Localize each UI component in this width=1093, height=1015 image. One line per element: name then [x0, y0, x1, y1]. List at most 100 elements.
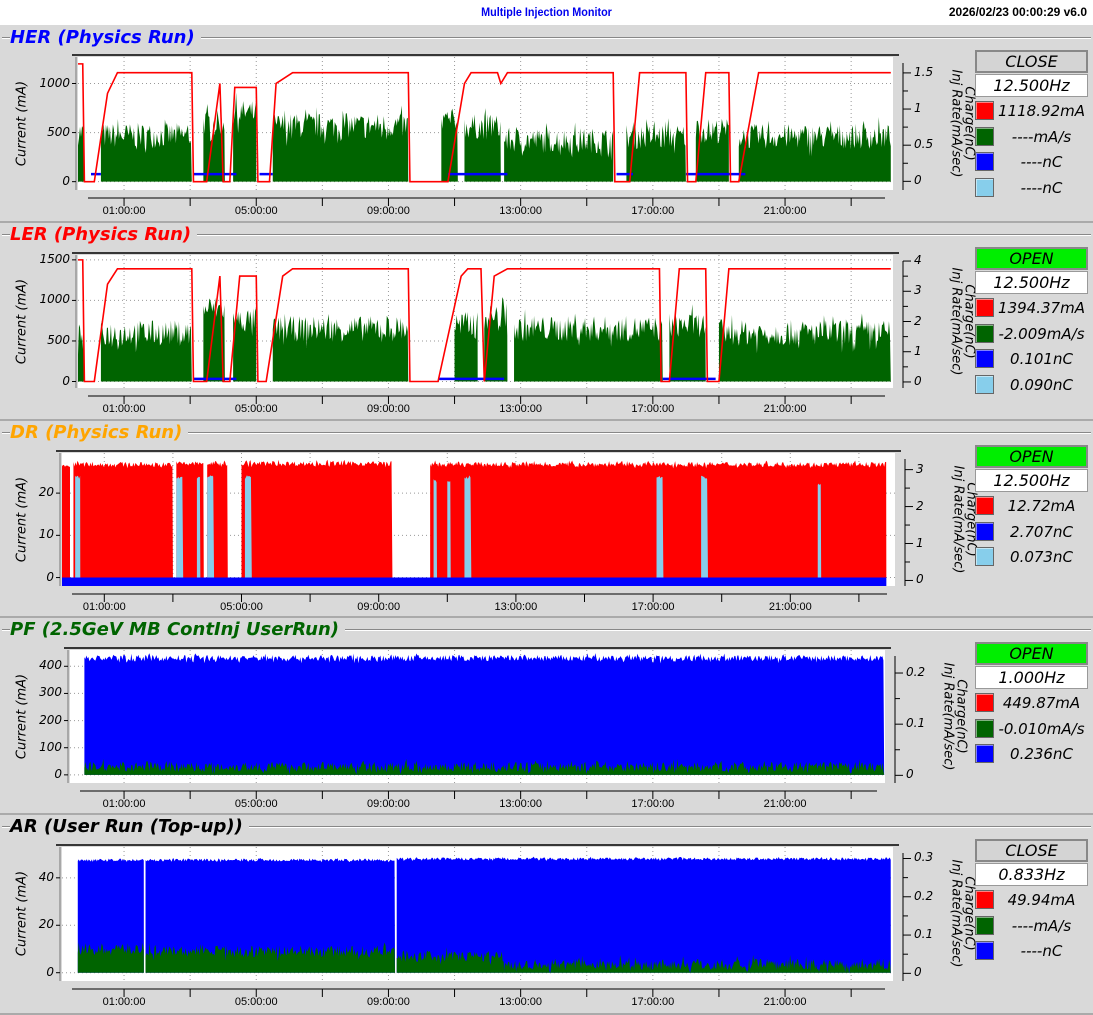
plot-pf: [64, 647, 903, 799]
left-tick-label: 20: [38, 485, 54, 500]
time-tick-label: 17:00:00: [631, 798, 675, 810]
time-tick-label: 01:00:00: [102, 798, 146, 810]
y-axis-label: Current (mA): [14, 673, 30, 759]
right-tick-label: 0: [914, 173, 922, 188]
left-tick-label: 100: [39, 739, 62, 754]
legend-value: 12.72mA: [1007, 497, 1076, 515]
time-tick-label: 09:00:00: [367, 996, 410, 1008]
time-tick-label: 09:00:00: [357, 601, 401, 613]
right-tick-label: 0.5: [914, 137, 934, 152]
legend-swatch: [975, 744, 994, 763]
right-tick-label: 1: [916, 535, 924, 550]
gate-status-button[interactable]: OPEN: [975, 642, 1088, 665]
left-tick-label: 0: [54, 766, 62, 781]
plot-dr: [56, 450, 913, 602]
right-tick-label: 0.1: [906, 716, 926, 731]
panel-title: LER (Physics Run): [10, 224, 198, 245]
legend-value: -2.009mA/s: [998, 324, 1085, 343]
left-tick-label: 500: [47, 332, 70, 347]
time-tick-label: 09:00:00: [367, 403, 410, 415]
panel-pf: PF (2.5GeV MB ContInj UserRun) 0 100 200 300…: [0, 618, 1093, 815]
panel-ar: AR (User Run (Top-up)) 0 20 40 0 0.1 0.2 0.3 Cur…: [0, 815, 1093, 1015]
time-tick-label: 01:00:00: [102, 996, 146, 1008]
right-tick-label: 1: [914, 343, 922, 358]
plot-ler: [72, 252, 911, 404]
legend-swatch: [975, 890, 994, 909]
panel-title: DR (Physics Run): [10, 422, 189, 443]
left-tick-label: 0: [46, 569, 54, 584]
time-tick-label: 01:00:00: [82, 601, 126, 613]
right-tick-label: 3: [916, 461, 924, 476]
right-tick-label: 0: [914, 965, 922, 980]
legend-value: ----nC: [1020, 942, 1063, 960]
left-tick-label: 400: [39, 658, 62, 673]
y2-axis-label: Inj Rate(mA/sec): [950, 465, 966, 573]
time-tick-label: 01:00:00: [102, 403, 146, 415]
time-tick-label: 17:00:00: [631, 403, 675, 415]
right-tick-label: 0.2: [906, 665, 926, 680]
time-tick-label: 05:00:00: [234, 996, 278, 1008]
left-tick-label: 40: [38, 869, 54, 884]
legend-swatch: [975, 941, 994, 960]
time-tick-label: 05:00:00: [234, 205, 278, 217]
legend-value: 0.073nC: [1010, 548, 1073, 566]
title-bar: Multiple Injection Monitor 2026/02/23 00…: [0, 0, 1093, 25]
left-tick-label: 300: [39, 685, 62, 700]
y-axis-label: Current (mA): [14, 278, 30, 364]
right-tick-label: 2: [914, 313, 922, 328]
panel-her: HER (Physics Run) 0 500 1000 0 0.5 1 1.5 Current…: [0, 26, 1093, 223]
left-tick-label: 1000: [39, 75, 70, 90]
panel-dr: DR (Physics Run) 0 10 20 0 1 2 3 Current (mA) Cha…: [0, 421, 1093, 618]
legend-swatch: [975, 496, 994, 515]
gate-status-button[interactable]: OPEN: [975, 445, 1088, 468]
left-tick-label: 1500: [39, 251, 70, 266]
time-tick-label: 21:00:00: [768, 601, 812, 613]
legend-value: 1394.37mA: [998, 299, 1085, 317]
legend-value: ----mA/s: [1011, 127, 1072, 146]
legend-swatch: [975, 693, 994, 712]
legend-value: 449.87mA: [1002, 694, 1081, 712]
injection-frequency: 0.833Hz: [975, 863, 1088, 886]
legend-swatch: [975, 915, 994, 935]
series-current: [62, 459, 887, 578]
time-tick-label: 13:00:00: [499, 205, 543, 217]
legend-swatch: [975, 298, 994, 317]
timestamp: 2026/02/23 00:00:29 v6.0: [948, 5, 1087, 19]
gate-status-button[interactable]: CLOSE: [975, 50, 1088, 73]
left-tick-label: 500: [47, 124, 70, 139]
legend-swatch: [975, 718, 994, 738]
time-tick-label: 05:00:00: [234, 798, 278, 810]
left-tick-label: 0: [62, 373, 70, 388]
left-tick-label: 0: [62, 173, 70, 188]
right-tick-label: 0.1: [914, 927, 934, 942]
injection-frequency: 1.000Hz: [975, 666, 1088, 689]
right-tick-label: 3: [914, 283, 922, 298]
gate-status-button[interactable]: CLOSE: [975, 839, 1088, 862]
legend-value: 1118.92mA: [998, 102, 1085, 120]
legend-value: 2.707nC: [1010, 522, 1073, 541]
right-tick-label: 0.2: [914, 888, 934, 903]
time-tick-label: 05:00:00: [220, 601, 263, 613]
injection-frequency: 12.500Hz: [975, 469, 1088, 492]
legend-swatch: [975, 547, 994, 566]
right-tick-label: 0.3: [914, 850, 934, 865]
y-axis-label: Current (mA): [14, 870, 30, 957]
time-tick-label: 21:00:00: [763, 205, 807, 217]
panel-ler: LER (Physics Run) 0 500 1000 1500 0 1 2 3 4 Curren…: [0, 223, 1093, 421]
y2-axis-label: Inj Rate(mA/sec): [940, 662, 956, 770]
right-tick-label: 1: [914, 101, 922, 116]
right-tick-label: 1.5: [914, 64, 934, 79]
legend-swatch: [975, 349, 994, 368]
injection-frequency: 12.500Hz: [975, 271, 1088, 294]
series-charge-blue: [84, 653, 885, 775]
series-charge-blue: [62, 577, 887, 586]
left-tick-label: 200: [39, 712, 62, 727]
right-tick-label: 0: [906, 767, 914, 782]
legend-swatch: [975, 521, 994, 541]
time-tick-label: 09:00:00: [367, 205, 410, 217]
y-axis-label: Current (mA): [14, 476, 30, 562]
right-tick-label: 0: [916, 572, 924, 587]
gate-status-button[interactable]: OPEN: [975, 247, 1088, 270]
legend-swatch: [975, 177, 994, 197]
right-tick-label: 4: [914, 253, 922, 268]
